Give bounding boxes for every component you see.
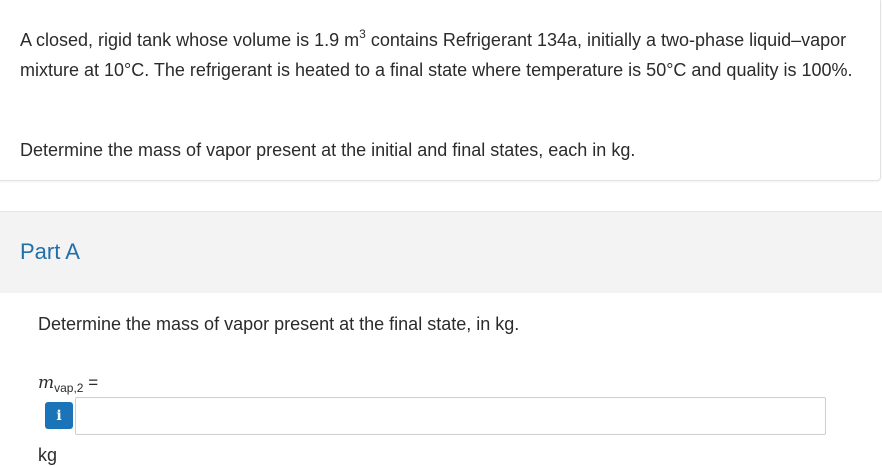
part-a-body: Determine the mass of vapor present at t…	[0, 293, 882, 467]
answer-input[interactable]	[75, 397, 826, 435]
info-icon[interactable]: i	[45, 402, 73, 429]
equals-sign: =	[83, 373, 99, 392]
problem-card: A closed, rigid tank whose volume is 1.9…	[0, 0, 881, 181]
info-icon-glyph: i	[56, 407, 62, 424]
problem-statement: A closed, rigid tank whose volume is 1.9…	[20, 25, 860, 85]
unit-label: kg	[38, 445, 58, 465]
volume-unit-exponent: 3	[359, 27, 366, 41]
problem-statement-part1: A closed, rigid tank whose volume is 1.9…	[20, 30, 360, 50]
variable-label: mvap,2 =	[38, 373, 98, 395]
part-a-title: Part A	[20, 239, 80, 264]
problem-question: Determine the mass of vapor present at t…	[20, 140, 636, 160]
part-a-header[interactable]: Part A	[0, 211, 882, 294]
variable-subscript: vap,2	[54, 381, 84, 395]
variable-symbol: m	[38, 373, 55, 393]
part-a-question: Determine the mass of vapor present at t…	[38, 314, 520, 334]
